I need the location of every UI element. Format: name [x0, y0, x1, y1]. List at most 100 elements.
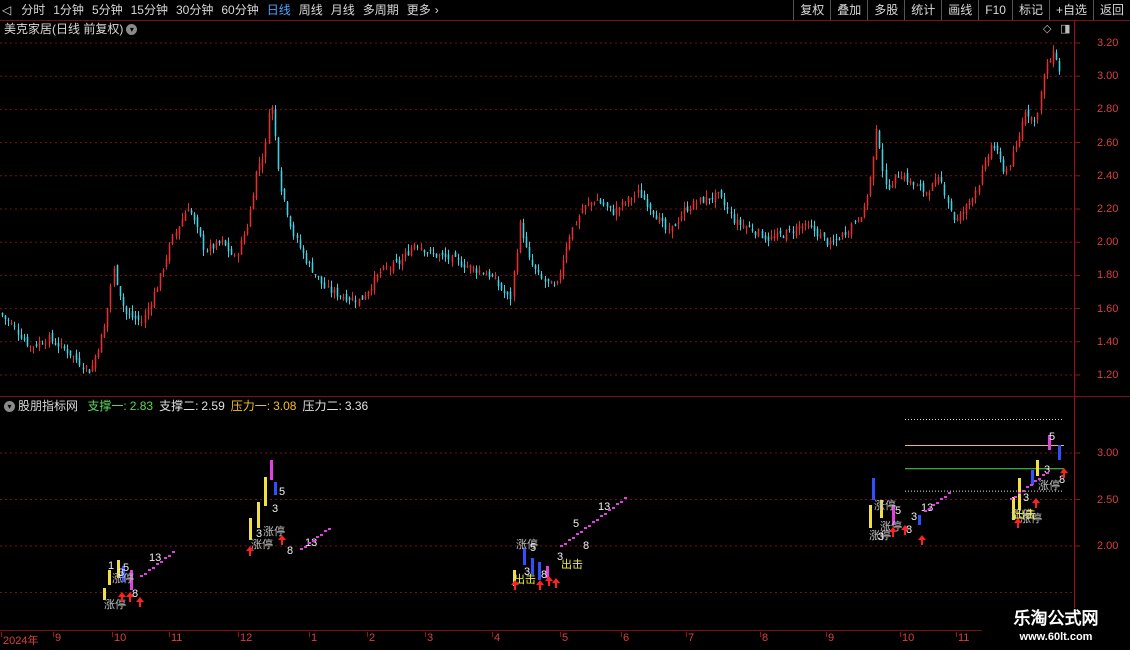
- limit-up-label: 涨停: [516, 537, 538, 551]
- candle-body: [956, 218, 959, 220]
- candle-body: [866, 196, 869, 206]
- draw-line-button[interactable]: 画线: [941, 0, 978, 20]
- candle-body: [556, 281, 559, 284]
- indicator-title[interactable]: ▾ 股朋指标网 支撑一: 2.83 支撑二: 2.59 压力一: 3.08 压力二: 3.36: [4, 398, 368, 414]
- diamond-icon[interactable]: ◇: [1043, 22, 1051, 35]
- candle-body: [323, 282, 326, 289]
- tab-15min[interactable]: 15分钟: [127, 0, 172, 20]
- candle-body: [314, 273, 317, 275]
- restore-rights-button[interactable]: 复权: [793, 0, 830, 20]
- multi-stock-button[interactable]: 多股: [867, 0, 904, 20]
- candle-body: [82, 367, 85, 369]
- candle-body: [330, 286, 333, 293]
- candle-body: [562, 260, 565, 277]
- overlay-button[interactable]: 叠加: [830, 0, 867, 20]
- candle-body: [916, 185, 919, 187]
- signal-bar: [892, 505, 895, 525]
- date-tick: [900, 632, 901, 637]
- signal-bar: [869, 505, 872, 528]
- candle-body: [686, 206, 689, 212]
- candle-body: [850, 223, 853, 235]
- tab-60min[interactable]: 60分钟: [217, 0, 262, 20]
- candle-body: [829, 241, 832, 245]
- limit-up-label: 涨停: [1020, 511, 1042, 525]
- signal-number: 3: [272, 503, 278, 515]
- candle-body: [209, 244, 212, 251]
- window-toggle-icon[interactable]: ◨: [1060, 22, 1070, 35]
- return-button[interactable]: 返回: [1092, 0, 1130, 20]
- attack-label: 出击: [561, 557, 583, 571]
- candle-body: [29, 346, 32, 348]
- candle-body: [478, 270, 481, 273]
- signal-number: 3: [1023, 492, 1029, 504]
- tab-multi-period[interactable]: 多周期: [359, 0, 403, 20]
- tab-daily[interactable]: 日线: [263, 0, 295, 20]
- date-tick: [492, 632, 493, 637]
- candle-body: [1040, 91, 1043, 111]
- f10-button[interactable]: F10: [978, 0, 1012, 20]
- candle-body: [1046, 62, 1049, 74]
- tab-fenshi[interactable]: 分时: [17, 0, 49, 20]
- statistics-button[interactable]: 统计: [904, 0, 941, 20]
- candle-body: [717, 191, 720, 193]
- tab-5min[interactable]: 5分钟: [88, 0, 127, 20]
- signal-number: 8: [287, 545, 293, 557]
- candle-body: [1024, 112, 1027, 125]
- trail-dot: [164, 557, 167, 559]
- candle-body: [881, 149, 884, 172]
- date-tick: [425, 632, 426, 637]
- candle-body: [441, 252, 444, 256]
- trail-dot: [300, 548, 303, 550]
- candle-body: [311, 262, 314, 273]
- dropdown-chevron-icon[interactable]: ▾: [4, 401, 15, 413]
- candle-body: [516, 252, 519, 273]
- panel-divider[interactable]: [0, 396, 1130, 397]
- back-icon[interactable]: ◁: [0, 0, 17, 20]
- add-watchlist-button[interactable]: +自选: [1048, 0, 1093, 20]
- candle-body: [987, 155, 990, 163]
- trail-dot: [140, 575, 143, 577]
- signal-number: 5: [1049, 431, 1055, 443]
- tab-30min[interactable]: 30分钟: [172, 0, 217, 20]
- candle-body: [1049, 60, 1052, 63]
- tab-weekly[interactable]: 周线: [295, 0, 327, 20]
- trail-dot: [616, 503, 619, 505]
- candle-body: [373, 276, 376, 291]
- signal-number: 3: [557, 551, 563, 563]
- trail-dot: [1026, 486, 1029, 488]
- candle-body: [261, 159, 264, 167]
- price-tick-label: 2.80: [1097, 103, 1119, 116]
- candle-body: [469, 265, 472, 269]
- kline-chart[interactable]: 涨停涨停135813涨停涨停335813 涨停出击出击35838513 涨停涨停涨停…: [0, 0, 1130, 650]
- tab-monthly[interactable]: 月线: [327, 0, 359, 20]
- tab-more[interactable]: 更多: [403, 0, 435, 20]
- price-tick-label: 2.60: [1097, 136, 1119, 149]
- trail-dot: [308, 542, 311, 544]
- limit-up-label: 涨停: [263, 524, 285, 538]
- trail-dot: [312, 540, 315, 542]
- candle-body: [726, 207, 729, 210]
- main-chart-title[interactable]: 美克家居(日线 前复权) ▾: [4, 21, 138, 37]
- mark-button[interactable]: 标记: [1011, 0, 1049, 20]
- candle-body: [106, 307, 109, 327]
- candle-body: [345, 293, 348, 301]
- candle-body: [199, 227, 202, 236]
- limit-up-label: 涨停: [251, 537, 273, 551]
- watermark-url: www.60lt.com: [1019, 631, 1093, 643]
- candle-body: [615, 207, 618, 215]
- candle-body: [519, 221, 522, 253]
- watermark-title: 乐淘公式网: [1013, 609, 1099, 628]
- dropdown-chevron-icon[interactable]: ▾: [126, 24, 138, 36]
- signal-bar: [122, 566, 125, 582]
- trail-dot: [568, 539, 571, 541]
- candle-body: [274, 109, 277, 136]
- trail-dot: [612, 507, 615, 509]
- candle-body: [816, 228, 819, 237]
- date-tick: [309, 632, 310, 637]
- candle-body: [602, 202, 605, 206]
- candle-body: [271, 107, 274, 114]
- chevron-right-icon[interactable]: ›: [435, 0, 441, 20]
- signal-number: 5: [123, 562, 129, 574]
- candle-body: [984, 160, 987, 170]
- tab-1min[interactable]: 1分钟: [49, 0, 88, 20]
